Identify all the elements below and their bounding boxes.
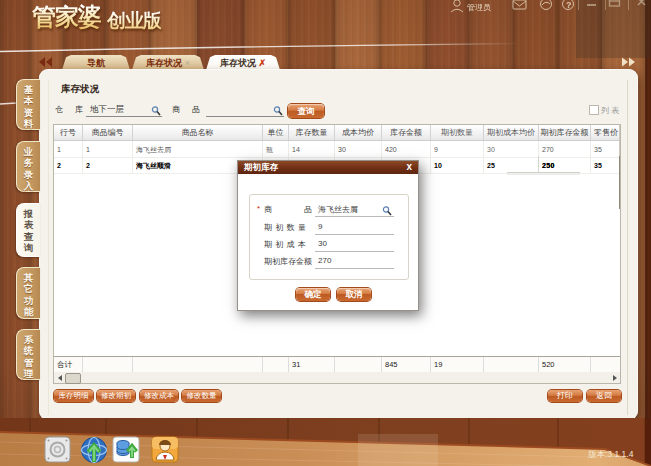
svg-text:?: ? xyxy=(566,0,572,10)
